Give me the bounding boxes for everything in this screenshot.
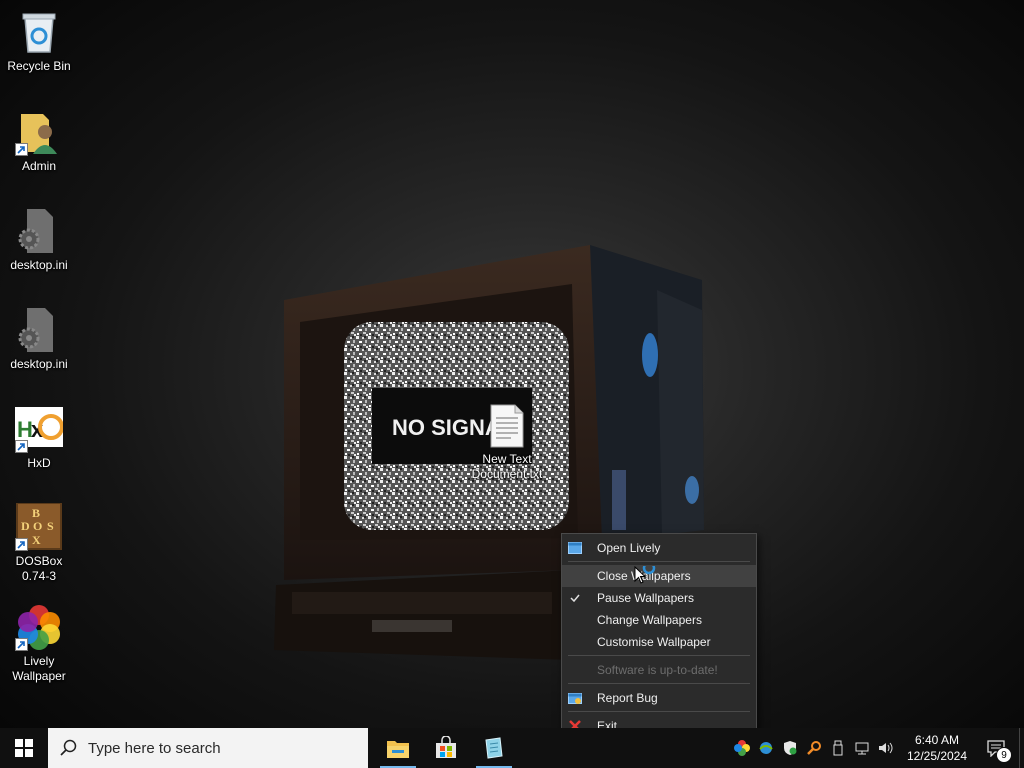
taskbar-app-file-explorer[interactable] (374, 728, 422, 768)
system-tray: 6:40 AM 12/25/2024 9 (730, 728, 1024, 768)
menu-item-customise-wallpaper[interactable]: Customise Wallpaper (562, 631, 756, 653)
desktop-icon-label: Lively Wallpaper (12, 654, 66, 683)
menu-item-label: Pause Wallpapers (597, 591, 694, 605)
show-desktop-button[interactable] (1019, 728, 1024, 768)
menu-item-label: Customise Wallpaper (597, 635, 711, 649)
taskbar-search-box[interactable]: Type here to search (48, 728, 368, 768)
network-icon (855, 742, 869, 755)
menu-item-label: Report Bug (597, 691, 658, 705)
user-folder-icon (15, 108, 63, 156)
hxd-icon: H x (15, 405, 64, 453)
usb-drive-icon (833, 740, 843, 756)
menu-item-update-status: Software is up-to-date! (562, 659, 756, 681)
tray-security-icon[interactable] (778, 728, 802, 768)
shortcut-arrow-icon (15, 538, 28, 551)
desktop-icon-new-text-document[interactable]: New Text Document.txt (466, 404, 548, 482)
desktop-icon-label: desktop.ini (10, 357, 68, 371)
file-explorer-icon (387, 741, 409, 758)
action-center-button[interactable]: 9 (974, 728, 1018, 768)
menu-item-label: Open Lively (597, 541, 661, 555)
lively-icon (734, 740, 750, 756)
svg-text:O: O (33, 519, 42, 533)
globe-icon (759, 742, 773, 754)
svg-text:D: D (21, 519, 30, 533)
desktop-icon-hxd[interactable]: H x HxD (0, 405, 78, 471)
taskbar: Type here to search 6:40 AM 12/25/2024 9 (0, 728, 1024, 768)
settings-file-icon (15, 306, 63, 354)
menu-item-open-lively[interactable]: Open Lively (562, 537, 756, 559)
text-file-icon (490, 404, 524, 448)
desktop-icon-label: New Text Document.txt (471, 452, 543, 481)
busy-cursor-icon (634, 566, 656, 584)
desktop-icon-admin[interactable]: Admin (0, 108, 78, 174)
desktop-icon-desktop-ini-2[interactable]: desktop.ini (0, 306, 78, 372)
desktop-icon-label: Admin (21, 159, 56, 173)
window-icon (568, 542, 582, 554)
shortcut-arrow-icon (15, 638, 28, 651)
svg-text:X: X (32, 533, 41, 547)
start-button[interactable] (0, 728, 48, 768)
tray-usb-icon[interactable] (826, 728, 850, 768)
lively-tray-context-menu: Open Lively Close Wallpapers Pause Wallp… (561, 533, 757, 738)
taskbar-app-microsoft-store[interactable] (422, 728, 470, 768)
tray-network-share-icon[interactable] (754, 728, 778, 768)
tray-network-icon[interactable] (850, 728, 874, 768)
desktop-icon-dosbox[interactable]: B D O S X DOSBox 0.74-3 (0, 502, 78, 584)
desktop-icon-label: DOSBox 0.74-3 (15, 554, 63, 583)
menu-item-report-bug[interactable]: Report Bug (562, 687, 756, 709)
shortcut-arrow-icon (15, 440, 28, 453)
desktop-icon-lively-wallpaper[interactable]: Lively Wallpaper (0, 603, 78, 684)
taskbar-clock[interactable]: 6:40 AM 12/25/2024 (900, 732, 974, 764)
menu-item-close-wallpapers[interactable]: Close Wallpapers (562, 565, 756, 587)
menu-item-label: Software is up-to-date! (597, 663, 718, 677)
recycle-bin-icon (15, 8, 63, 56)
tray-search-tool-icon[interactable] (802, 728, 826, 768)
desktop-icon-recycle-bin[interactable]: Recycle Bin (0, 8, 78, 74)
desktop-icon-label: desktop.ini (10, 258, 68, 272)
clock-time: 6:40 AM (914, 733, 960, 747)
desktop-icon-desktop-ini-1[interactable]: desktop.ini (0, 207, 78, 273)
notepad-icon (485, 737, 503, 759)
notification-count-badge: 9 (996, 747, 1012, 763)
lively-icon (15, 603, 63, 651)
shield-icon (784, 741, 797, 755)
svg-text:S: S (47, 519, 54, 533)
tray-lively-icon[interactable] (730, 728, 754, 768)
speaker-icon (879, 742, 893, 754)
clock-date: 12/25/2024 (906, 749, 968, 763)
tray-volume-icon[interactable] (874, 728, 898, 768)
taskbar-app-notepad[interactable] (470, 728, 518, 768)
dosbox-icon: B D O S X (15, 502, 63, 551)
menu-item-label: Change Wallpapers (597, 613, 702, 627)
shortcut-arrow-icon (15, 143, 28, 156)
microsoft-store-icon (436, 736, 456, 758)
search-icon (60, 739, 77, 756)
magnifier-icon (807, 741, 821, 755)
svg-text:B: B (32, 506, 40, 520)
desktop-icon-label: Recycle Bin (7, 59, 71, 73)
settings-file-icon (15, 207, 63, 255)
search-placeholder: Type here to search (88, 739, 221, 757)
windows-logo-icon (15, 739, 33, 757)
menu-item-pause-wallpapers[interactable]: Pause Wallpapers (562, 587, 756, 609)
checkmark-icon (570, 594, 580, 603)
bug-report-icon (568, 693, 582, 704)
desktop-icon-label: HxD (27, 456, 51, 470)
menu-item-change-wallpapers[interactable]: Change Wallpapers (562, 609, 756, 631)
